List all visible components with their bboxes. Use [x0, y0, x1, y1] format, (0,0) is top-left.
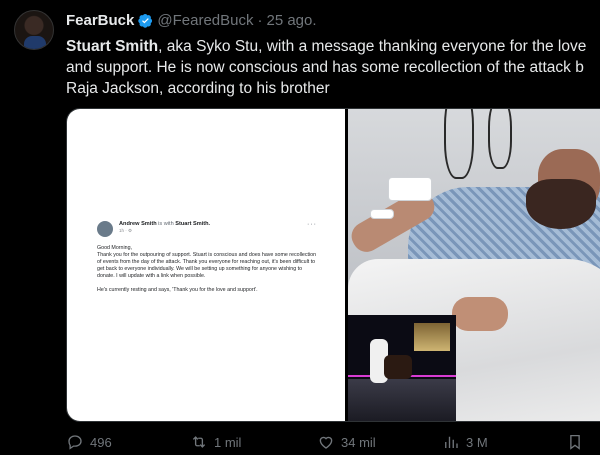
photo-bandage: [388, 177, 432, 201]
tweet-text-line-3: Raja Jackson, according to his brother: [66, 80, 330, 97]
tweet-media[interactable]: Andrew Smith is with Stuart Smith. 1h · …: [66, 108, 600, 422]
author-name[interactable]: FearBuck: [66, 12, 134, 29]
embedded-post-author-line: Andrew Smith is with Stuart Smith.: [119, 221, 210, 228]
tweet-header: FearBuck @FearedBuck · 25 ago.: [66, 10, 317, 30]
hospital-photo[interactable]: [348, 109, 600, 421]
reply-count: 496: [90, 434, 112, 450]
embedded-post-paragraph-1: Thank you for the outpouring of support.…: [97, 252, 317, 279]
bookmark-button[interactable]: [566, 432, 590, 452]
bookmark-icon: [570, 434, 580, 450]
separator-dot: ·: [257, 11, 263, 29]
inset-screen: [414, 323, 450, 351]
tweet-text: Stuart Smith, aka Syko Stu, with a messa…: [66, 36, 600, 99]
tweet-text-bold: Stuart Smith: [66, 38, 159, 55]
embedded-post-greeting: Good Morning,: [97, 245, 133, 251]
repost-button[interactable]: 1 mil: [190, 432, 241, 452]
like-button[interactable]: 34 mil: [317, 432, 376, 452]
reply-button[interactable]: 496: [66, 432, 112, 452]
like-count: 34 mil: [341, 434, 376, 450]
tweet-actions: 496 1 mil 34 mil 3 M: [66, 432, 600, 452]
facebook-post-screenshot[interactable]: Andrew Smith is with Stuart Smith. 1h · …: [67, 109, 345, 421]
embedded-post-with: is with: [158, 221, 174, 227]
author-avatar[interactable]: [14, 10, 54, 50]
tweet-text-line-1: Stuart Smith, aka Syko Stu, with a messa…: [66, 36, 600, 57]
reply-icon: [68, 435, 82, 450]
wrestling-ring-inset: [348, 315, 456, 421]
author-handle[interactable]: @FearedBuck: [157, 12, 253, 29]
embedded-post-subtitle: 1h · ⚙: [119, 228, 133, 233]
inset-fighter-2: [384, 355, 412, 379]
views-icon: [445, 436, 458, 448]
embedded-post-body: Good Morning, Thank you for the outpourin…: [97, 245, 317, 294]
verified-badge-icon: [138, 13, 153, 28]
embedded-facebook-post: Andrew Smith is with Stuart Smith. 1h · …: [97, 221, 317, 301]
photo-cable: [488, 109, 512, 169]
photo-hand: [452, 297, 508, 331]
tweet-text-line-1-rest: , aka Syko Stu, with a message thanking …: [158, 38, 587, 55]
embedded-post-avatar: [97, 221, 113, 237]
inset-ring: [348, 379, 456, 421]
photo-beard: [526, 179, 596, 229]
repost-icon: [192, 436, 206, 448]
embedded-post-with-name: Stuart Smith.: [175, 221, 211, 227]
photo-wristband: [370, 209, 394, 219]
repost-count: 1 mil: [214, 434, 242, 450]
tweet-text-line-2: and support. He is now conscious and has…: [66, 59, 584, 76]
photo-cable: [444, 109, 474, 179]
embedded-post-paragraph-2: He's currently resting and says, 'Thank …: [97, 287, 258, 293]
embedded-post-more-icon: ···: [307, 221, 317, 228]
embedded-post-header: Andrew Smith is with Stuart Smith. 1h · …: [97, 221, 317, 237]
heart-icon: [319, 436, 333, 449]
views-count: 3 M: [466, 434, 488, 450]
views-button[interactable]: 3 M: [442, 432, 488, 452]
embedded-post-author: Andrew Smith: [119, 221, 157, 227]
tweet-date[interactable]: 25 ago.: [266, 12, 316, 29]
